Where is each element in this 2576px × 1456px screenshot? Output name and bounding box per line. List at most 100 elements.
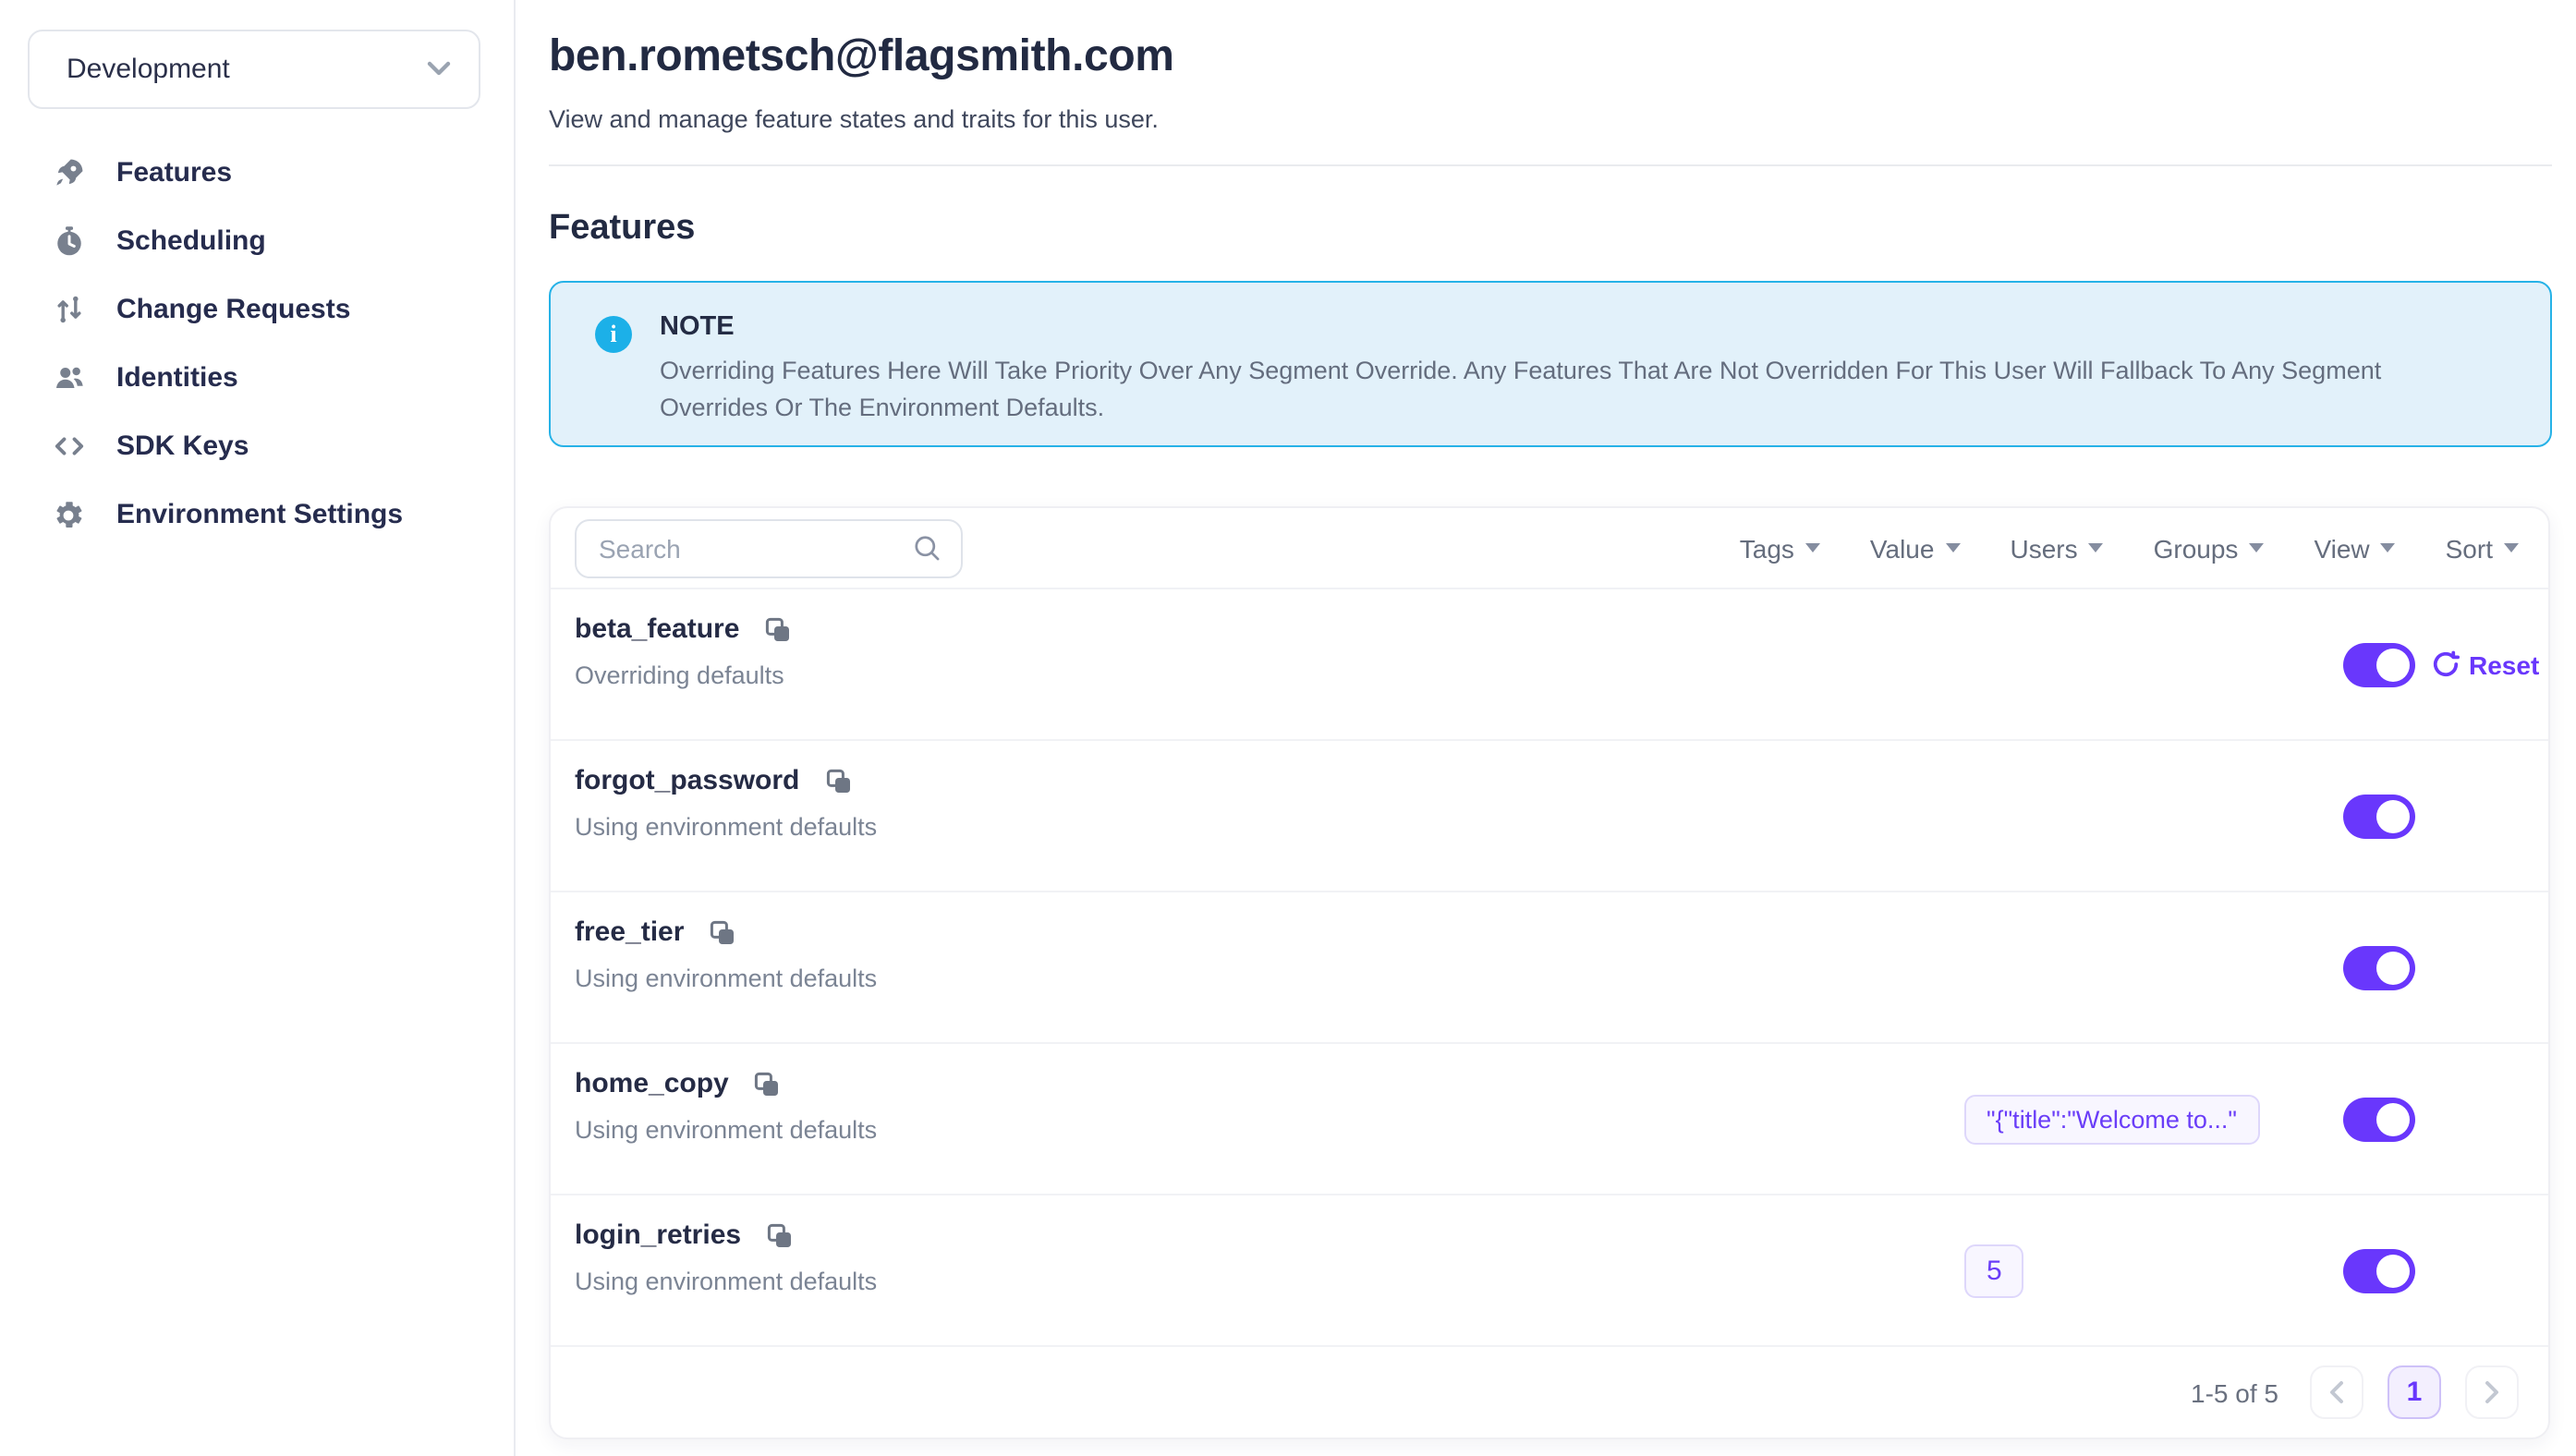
filter-sort[interactable]: Sort [2446,533,2519,563]
header-divider [549,164,2552,166]
filter-users[interactable]: Users [2010,533,2103,563]
caret-down-icon [2381,543,2396,552]
feature-toggle[interactable] [2343,1248,2415,1292]
filter-label: Groups [2154,533,2239,563]
feature-row-login-retries[interactable]: login_retries Using environment defaults… [551,1195,2548,1347]
sidebar-item-label: Scheduling [116,225,266,257]
feature-name: beta_feature [575,613,739,645]
feature-value-chip[interactable]: "{"title":"Welcome to..." [1964,1094,2259,1144]
main-content: ben.rometsch@flagsmith.com View and mana… [516,0,2576,1456]
feature-status: Using environment defaults [575,1268,2548,1295]
sidebar-item-label: Change Requests [116,294,350,325]
sidebar-item-environment-settings[interactable]: Environment Settings [0,480,514,549]
toggle-knob [2376,1102,2410,1135]
copy-icon[interactable] [765,1220,795,1250]
rocket-icon [52,156,85,189]
feature-row-home-copy[interactable]: home_copy Using environment defaults "{"… [551,1044,2548,1195]
feature-row-forgot-password[interactable]: forgot_password Using environment defaul… [551,741,2548,892]
sidebar-item-label: Identities [116,362,238,394]
environment-selector[interactable]: Development [28,30,480,109]
feature-status: Using environment defaults [575,965,2548,992]
note-title: NOTE [660,312,2476,342]
filter-label: Users [2010,533,2077,563]
pagination-summary: 1-5 of 5 [2191,1377,2278,1407]
feature-name: login_retries [575,1219,741,1251]
search-input[interactable] [599,533,911,563]
filter-label: Value [1870,533,1935,563]
copy-icon[interactable] [823,766,853,795]
features-panel: Tags Value Users Groups View Sort beta_f… [549,506,2550,1439]
flagsmith-user-page: Development Features Scheduling [0,0,2576,1456]
filter-value[interactable]: Value [1870,533,1961,563]
caret-down-icon [1945,543,1960,552]
feature-row-beta-feature[interactable]: beta_feature Overriding defaults Reset [551,589,2548,741]
previous-page-button[interactable] [2310,1365,2363,1419]
search-icon [911,532,942,564]
sidebar-item-sdk-keys[interactable]: SDK Keys [0,412,514,480]
reset-label: Reset [2469,649,2539,679]
sidebar-item-label: Environment Settings [116,499,403,530]
copy-icon[interactable] [708,917,737,947]
feature-name: home_copy [575,1068,729,1099]
caret-down-icon [2249,543,2264,552]
features-toolbar: Tags Value Users Groups View Sort [551,508,2548,589]
sidebar-item-label: SDK Keys [116,431,249,462]
toggle-knob [2376,951,2410,984]
caret-down-icon [2089,543,2104,552]
stopwatch-icon [52,224,85,258]
sidebar-item-features[interactable]: Features [0,139,514,207]
filter-groups[interactable]: Groups [2154,533,2265,563]
filter-label: Tags [1740,533,1794,563]
copy-icon[interactable] [763,614,793,644]
feature-value-chip[interactable]: 5 [1964,1244,2024,1297]
copy-icon[interactable] [753,1069,783,1098]
feature-toggle[interactable] [2343,794,2415,838]
feature-row-free-tier[interactable]: free_tier Using environment defaults [551,892,2548,1044]
filter-label: View [2314,533,2369,563]
note-banner: i NOTE Overriding Features Here Will Tak… [549,281,2552,447]
feature-info: beta_feature Overriding defaults [551,589,2548,689]
caret-down-icon [2504,543,2519,552]
feature-toggle[interactable] [2343,945,2415,989]
page-title: ben.rometsch@flagsmith.com [549,31,2552,83]
reset-button[interactable]: Reset [2432,649,2539,679]
feature-name: forgot_password [575,765,799,796]
next-page-button[interactable] [2465,1365,2519,1419]
chevron-down-icon [427,61,451,78]
page-1-button[interactable]: 1 [2388,1365,2441,1419]
sidebar: Development Features Scheduling [0,0,516,1456]
environment-selector-label: Development [67,54,230,85]
caret-down-icon [1805,543,1820,552]
info-icon: i [595,316,632,353]
feature-toggle[interactable] [2343,1097,2415,1141]
feature-info: free_tier Using environment defaults [551,892,2548,992]
sidebar-item-label: Features [116,157,232,188]
pagination: 1-5 of 5 1 [551,1347,2548,1438]
page-subtitle: View and manage feature states and trait… [549,105,2552,133]
sidebar-item-scheduling[interactable]: Scheduling [0,207,514,275]
feature-info: forgot_password Using environment defaul… [551,741,2548,841]
feature-info: login_retries Using environment defaults [551,1195,2548,1295]
refresh-icon [2432,650,2460,678]
toggle-knob [2376,1254,2410,1287]
features-section-title: Features [549,209,2552,249]
gear-icon [52,498,85,531]
people-icon [52,361,85,394]
filter-label: Sort [2446,533,2493,563]
feature-status: Using environment defaults [575,813,2548,841]
filter-tags[interactable]: Tags [1740,533,1820,563]
feature-toggle[interactable] [2343,642,2415,686]
code-icon [52,430,85,463]
sidebar-item-identities[interactable]: Identities [0,344,514,412]
toggle-knob [2376,648,2410,681]
feature-status: Overriding defaults [575,661,2548,689]
sidebar-nav: Features Scheduling Change Requests Iden… [0,139,514,549]
search-box [575,518,963,577]
sidebar-item-change-requests[interactable]: Change Requests [0,275,514,344]
filter-view[interactable]: View [2314,533,2395,563]
feature-name: free_tier [575,916,684,948]
toggle-knob [2376,799,2410,832]
change-requests-icon [52,293,85,326]
note-body: Overriding Features Here Will Take Prior… [660,353,2476,427]
filter-bar: Tags Value Users Groups View Sort [1740,533,2519,563]
